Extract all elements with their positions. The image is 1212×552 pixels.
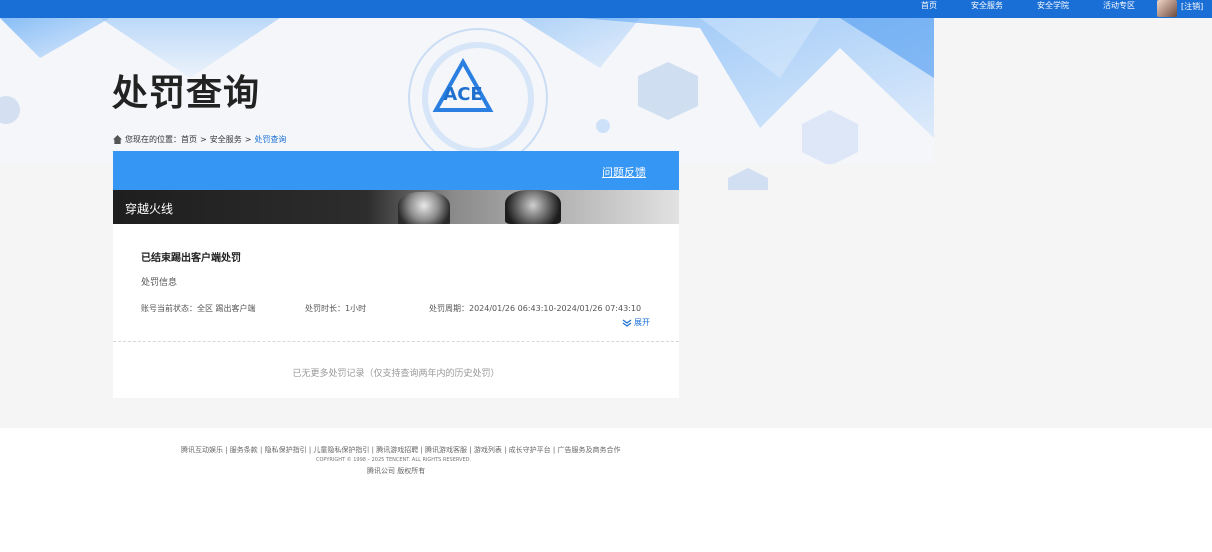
nav-activity-link[interactable]: 活动专区: [1103, 0, 1135, 18]
record-period: 处罚周期：2024/01/26 06:43:10-2024/01/26 07:4…: [429, 304, 642, 313]
footer-company: 腾讯公司 版权所有: [367, 467, 426, 475]
feedback-link[interactable]: 问题反馈: [602, 164, 646, 180]
breadcrumb-prefix: 您现在的位置：: [125, 134, 181, 144]
breadcrumb-separator: >: [244, 134, 252, 144]
expand-label: 展开: [634, 318, 650, 327]
nav-security-academy-link[interactable]: 安全学院: [1037, 0, 1069, 18]
home-icon: [113, 134, 122, 144]
footer-copyright: COPYRIGHT © 1998 – 2025 TENCENT. ALL RIG…: [316, 457, 472, 463]
page-title: 处罚查询: [112, 73, 261, 114]
expand-button[interactable]: 展开: [622, 317, 650, 328]
record-divider: [113, 341, 679, 342]
record-status: 账号当前状态：全区 踢出客户端: [141, 304, 256, 313]
character-image-female: [398, 192, 450, 224]
nav-home-link[interactable]: 首页: [921, 0, 937, 18]
record-subtitle: 处罚信息: [141, 278, 178, 288]
breadcrumb-current: 处罚查询: [254, 134, 287, 144]
logout-link[interactable]: [注销]: [1181, 0, 1203, 14]
decorative-character-icon: [728, 168, 768, 190]
punishment-panel: 问题反馈 穿越火线 已结束踢出客户端处罚 处罚信息 账号当前状态：全区 踢出客户…: [113, 151, 679, 398]
record-title: 已结束踢出客户端处罚: [141, 253, 241, 264]
breadcrumb-home-link[interactable]: 首页: [181, 134, 197, 145]
breadcrumb: 您现在的位置： 首页 > 安全服务 > 处罚查询: [113, 133, 286, 145]
svg-text:ACE: ACE: [443, 84, 482, 105]
ace-logo-icon: ACE: [432, 58, 494, 112]
footer-links[interactable]: 腾讯互动娱乐 | 服务条款 | 隐私保护指引 | 儿童隐私保护指引 | 腾讯游戏…: [181, 445, 620, 455]
breadcrumb-separator: >: [200, 134, 207, 144]
game-banner: 穿越火线: [113, 190, 679, 224]
breadcrumb-section-link[interactable]: 安全服务: [210, 134, 242, 145]
nav-security-service-link[interactable]: 安全服务: [971, 0, 1003, 18]
character-image-male: [505, 190, 561, 224]
record-duration: 处罚时长：1小时: [305, 304, 367, 313]
no-more-records-text: 已无更多处罚记录（仅支持查询两年内的历史处罚）: [292, 369, 500, 379]
page-background-right: [934, 18, 1212, 428]
page-footer: 腾讯互动娱乐 | 服务条款 | 隐私保护指引 | 儿童隐私保护指引 | 腾讯游戏…: [0, 428, 1212, 552]
double-chevron-down-icon: [622, 319, 632, 327]
game-name: 穿越火线: [125, 202, 174, 216]
top-nav-bar: [0, 0, 1212, 18]
user-avatar[interactable]: [1157, 0, 1177, 17]
panel-header: 问题反馈: [113, 151, 679, 190]
